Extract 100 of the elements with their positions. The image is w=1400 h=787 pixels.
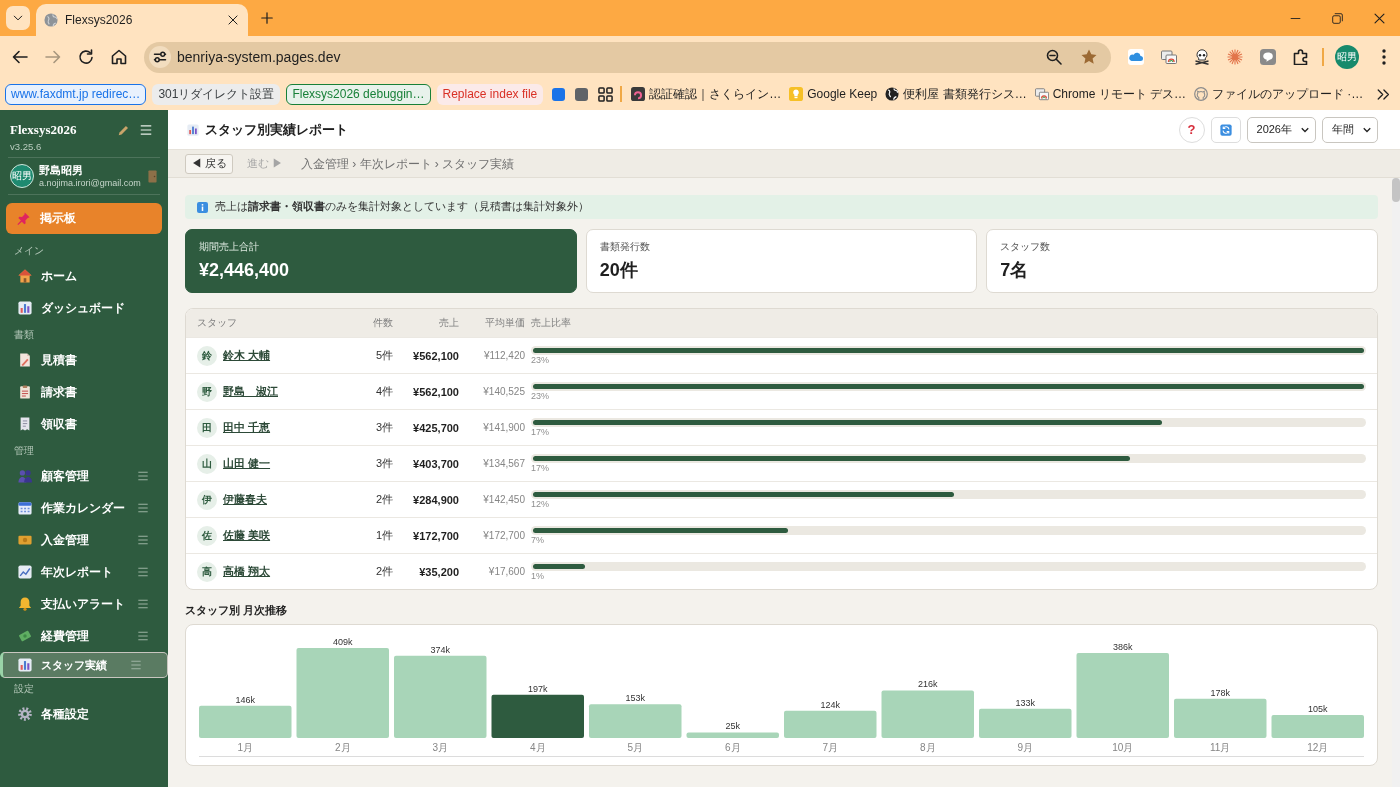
tab-group-chip[interactable]: 301リダイレクト設置 <box>152 83 281 105</box>
staff-avatar: 鈴 <box>197 345 217 366</box>
month-label: 4月 <box>529 742 546 753</box>
reload-icon[interactable] <box>78 49 94 65</box>
year-select[interactable]: 2026年 <box>1246 116 1316 143</box>
nav-item[interactable]: 請求書 <box>0 376 168 408</box>
staff-name-link[interactable]: 伊藤春夫 <box>223 492 267 507</box>
menu-icon[interactable] <box>140 124 152 136</box>
remote-screen-icon <box>1034 87 1049 101</box>
sales-amount: ¥284,900 <box>413 493 459 506</box>
nav-item[interactable]: 顧客管理 <box>0 460 168 492</box>
double-chevron-icon[interactable] <box>1377 87 1390 101</box>
average-price: ¥142,450 <box>483 494 525 505</box>
globe-icon <box>885 87 900 101</box>
gear-icon <box>18 707 32 721</box>
bookmark[interactable]: Google Keep <box>787 87 880 101</box>
drag-handle-icon[interactable] <box>138 471 148 481</box>
close-icon[interactable] <box>228 15 238 25</box>
bookmark[interactable]: 認証確認｜さくらイン… <box>629 85 784 103</box>
document-icon <box>18 353 32 367</box>
close-icon[interactable] <box>1373 12 1385 24</box>
star-icon[interactable] <box>1081 49 1097 65</box>
bookmark[interactable]: Chrome リモート デス… <box>1032 85 1188 103</box>
back-icon[interactable] <box>12 49 28 65</box>
month-label: 8月 <box>919 742 936 753</box>
month-label: 11月 <box>1210 742 1231 753</box>
tab-group-chip[interactable]: Replace index file <box>436 83 544 105</box>
money-icon <box>18 629 32 643</box>
cloud-icon[interactable] <box>1127 49 1144 65</box>
staff-name-link[interactable]: 野島 淑江 <box>223 384 278 399</box>
bookmark[interactable]: 便利屋 書類発行シス… <box>883 85 1029 103</box>
staff-name-link[interactable]: 田中 千恵 <box>223 420 271 435</box>
column-header: 売上比率 <box>530 316 572 330</box>
stat-value: ¥2,446,400 <box>199 260 290 280</box>
plus-icon[interactable] <box>261 12 273 24</box>
bar-value-label: 105k <box>1308 703 1328 714</box>
drag-handle-icon[interactable] <box>138 535 148 545</box>
nav-item[interactable]: 見積書 <box>0 344 168 376</box>
staff-name-link[interactable]: 高橋 翔太 <box>223 564 271 579</box>
drag-handle-icon[interactable] <box>131 660 141 670</box>
zoom-out-icon[interactable] <box>1046 49 1062 65</box>
period-select[interactable]: 年間 <box>1322 116 1378 143</box>
bookmark[interactable]: ファイルのアップロード ·… <box>1192 85 1366 103</box>
sliders-icon[interactable] <box>149 46 171 68</box>
home-icon[interactable] <box>111 49 127 65</box>
tab-group-icon[interactable] <box>575 87 589 101</box>
browser-tab[interactable]: Flexsys2026 <box>36 4 248 36</box>
chat-bubble-icon[interactable] <box>1259 49 1276 65</box>
section-label: 設定 <box>14 682 34 696</box>
average-price: ¥17,600 <box>488 566 525 577</box>
nav-item[interactable]: 作業カレンダー <box>0 492 168 524</box>
drag-handle-icon[interactable] <box>138 503 148 513</box>
section-label: メイン <box>14 244 44 258</box>
pencil-icon[interactable] <box>118 124 129 136</box>
nav-item[interactable]: スタッフ実績 <box>0 652 168 678</box>
help-button[interactable]: ? <box>1178 116 1205 143</box>
staff-name-link[interactable]: 山田 健一 <box>223 456 271 471</box>
nav-item[interactable]: 経費管理 <box>0 620 168 652</box>
column-header: 件数 <box>373 316 393 330</box>
scrollbar-thumb[interactable] <box>1392 178 1400 202</box>
month-label: 10月 <box>1112 742 1134 753</box>
breadcrumb: 入金管理 › 年次レポート › スタッフ実績 <box>300 155 515 172</box>
profile-avatar[interactable]: 昭男 <box>1335 45 1359 69</box>
nav-item[interactable]: 領収書 <box>0 408 168 440</box>
staff-name-link[interactable]: 佐藤 美咲 <box>223 528 271 543</box>
scrollbar[interactable] <box>1392 178 1400 787</box>
average-price: ¥140,525 <box>483 386 525 397</box>
restore-icon[interactable] <box>1331 12 1343 24</box>
nav-item[interactable]: 年次レポート <box>0 556 168 588</box>
remote-screen-icon[interactable] <box>1160 49 1177 65</box>
drag-handle-icon[interactable] <box>138 631 148 641</box>
banknote-icon <box>18 533 32 547</box>
staff-name-link[interactable]: 鈴木 大輔 <box>223 348 271 363</box>
nav-item[interactable]: 支払いアラート <box>0 588 168 620</box>
user-name: 野島昭男 <box>39 163 84 177</box>
refresh-button[interactable] <box>1210 116 1241 143</box>
puzzle-icon[interactable] <box>1292 49 1309 65</box>
nav-item[interactable]: 入金管理 <box>0 524 168 556</box>
bar-value-label: 374k <box>430 644 450 655</box>
tab-group-chip[interactable]: Flexsys2026 debuggin… <box>286 83 431 105</box>
stat-label: スタッフ数 <box>1000 241 1051 252</box>
nav-item[interactable]: ホーム <box>0 260 168 292</box>
drag-handle-icon[interactable] <box>138 599 148 609</box>
starburst-icon[interactable] <box>1226 49 1243 65</box>
nav-item[interactable]: 各種設定 <box>0 698 168 730</box>
skull-icon[interactable] <box>1193 49 1210 65</box>
staff-avatar: 野 <box>197 381 217 402</box>
stat-label: 書類発行数 <box>599 241 650 252</box>
sales-amount: ¥172,700 <box>413 529 459 542</box>
tab-group-chip[interactable]: www.faxdmt.jp redirec… <box>5 83 147 105</box>
back-button[interactable]: ◀ 戻る <box>185 153 233 174</box>
tab-group-icon[interactable] <box>552 87 566 101</box>
stat-value: 20件 <box>599 260 638 280</box>
nav-item[interactable]: ダッシュボード <box>0 292 168 324</box>
apps-grid-icon[interactable] <box>598 86 614 102</box>
drag-handle-icon[interactable] <box>138 567 148 577</box>
app-title: Flexsys2026 <box>10 122 77 138</box>
address-bar[interactable]: benriya-system.pages.dev <box>144 41 1111 73</box>
order-count: 3件 <box>375 420 393 435</box>
people-icon <box>18 469 32 483</box>
